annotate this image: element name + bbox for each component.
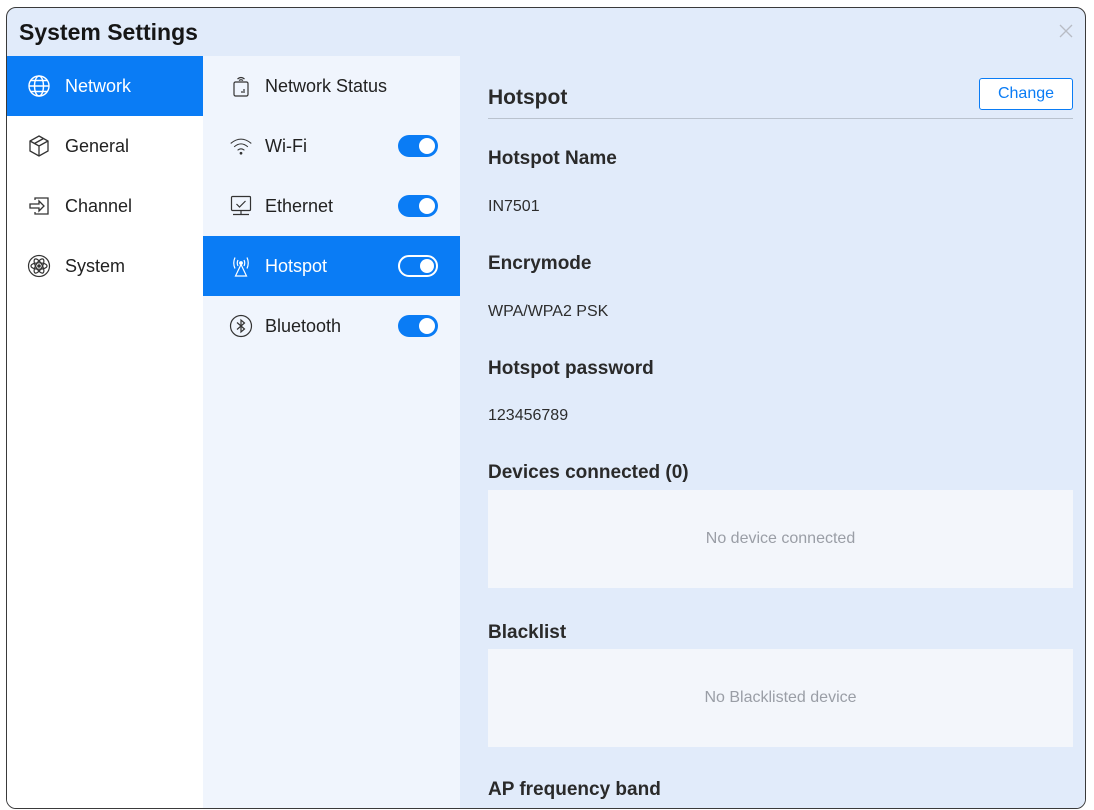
encrymode-value: WPA/WPA2 PSK bbox=[488, 303, 609, 320]
subnav-item-label: Hotspot bbox=[265, 255, 328, 276]
hotspot-detail-panel: Hotspot Change Hotspot Name IN7501 Encry… bbox=[460, 56, 1085, 808]
panel-title: Hotspot bbox=[488, 86, 568, 109]
subnav-item-label: Ethernet bbox=[265, 195, 334, 216]
nav-item-general[interactable]: General bbox=[7, 116, 203, 176]
nav-item-network[interactable]: Network bbox=[7, 56, 203, 116]
subnav-item-bluetooth[interactable]: Bluetooth bbox=[203, 296, 460, 356]
close-button[interactable] bbox=[1055, 20, 1077, 42]
bluetooth-toggle[interactable] bbox=[398, 315, 438, 337]
encrymode-label: Encrymode bbox=[488, 253, 592, 274]
devices-connected-list: No device connected bbox=[488, 490, 1073, 588]
close-icon bbox=[1059, 24, 1073, 38]
hotspot-icon bbox=[229, 254, 253, 278]
input-arrow-icon bbox=[27, 194, 51, 218]
ap-frequency-band-label: AP frequency band bbox=[488, 779, 661, 800]
nav-item-label: Channel bbox=[65, 195, 133, 216]
subnav-item-wifi[interactable]: Wi-Fi bbox=[203, 116, 460, 176]
subnav-item-ethernet[interactable]: Ethernet bbox=[203, 176, 460, 236]
nav-item-system[interactable]: System bbox=[7, 236, 203, 296]
bluetooth-icon bbox=[229, 314, 253, 338]
devices-connected-label: Devices connected (0) bbox=[488, 462, 689, 483]
router-icon bbox=[229, 74, 253, 98]
blacklist-label: Blacklist bbox=[488, 622, 567, 643]
wifi-toggle[interactable] bbox=[398, 135, 438, 157]
settings-window: System Settings Network General Channel … bbox=[6, 7, 1086, 809]
globe-icon bbox=[27, 74, 51, 98]
hotspot-toggle[interactable] bbox=[398, 255, 438, 277]
window-title: System Settings bbox=[19, 19, 198, 45]
nav-item-label: Network bbox=[65, 75, 132, 96]
toggle-knob bbox=[420, 259, 434, 273]
subnav-item-label: Bluetooth bbox=[265, 315, 342, 336]
nav-item-label: General bbox=[65, 135, 130, 156]
panel-header: Hotspot Change bbox=[488, 70, 1073, 119]
ethernet-icon bbox=[229, 194, 253, 218]
nav-item-label: System bbox=[65, 255, 126, 276]
hotspot-name-value: IN7501 bbox=[488, 198, 540, 215]
change-button[interactable]: Change bbox=[979, 78, 1073, 110]
subnav-item-network-status[interactable]: Network Status bbox=[203, 56, 460, 116]
cube-icon bbox=[27, 134, 51, 158]
ethernet-toggle[interactable] bbox=[398, 195, 438, 217]
toggle-knob bbox=[419, 138, 435, 154]
blacklist-list: No Blacklisted device bbox=[488, 649, 1073, 747]
wifi-icon bbox=[229, 134, 253, 158]
subnav-item-label: Wi-Fi bbox=[265, 135, 307, 156]
subnav-item-label: Network Status bbox=[265, 75, 388, 96]
devices-empty-text: No device connected bbox=[705, 530, 856, 547]
atom-icon bbox=[27, 254, 51, 278]
network-subnav: Network Status Wi-Fi Ethernet Hotspot Bl… bbox=[203, 56, 460, 808]
title-bar: System Settings bbox=[7, 8, 1085, 56]
blacklist-empty-text: No Blacklisted device bbox=[704, 689, 857, 706]
hotspot-password-label: Hotspot password bbox=[488, 358, 654, 379]
subnav-item-hotspot[interactable]: Hotspot bbox=[203, 236, 460, 296]
toggle-knob bbox=[419, 318, 435, 334]
toggle-knob bbox=[419, 198, 435, 214]
hotspot-password-value: 123456789 bbox=[488, 407, 569, 424]
hotspot-name-label: Hotspot Name bbox=[488, 148, 617, 169]
category-sidebar: Network General Channel System bbox=[7, 56, 203, 808]
nav-item-channel[interactable]: Channel bbox=[7, 176, 203, 236]
